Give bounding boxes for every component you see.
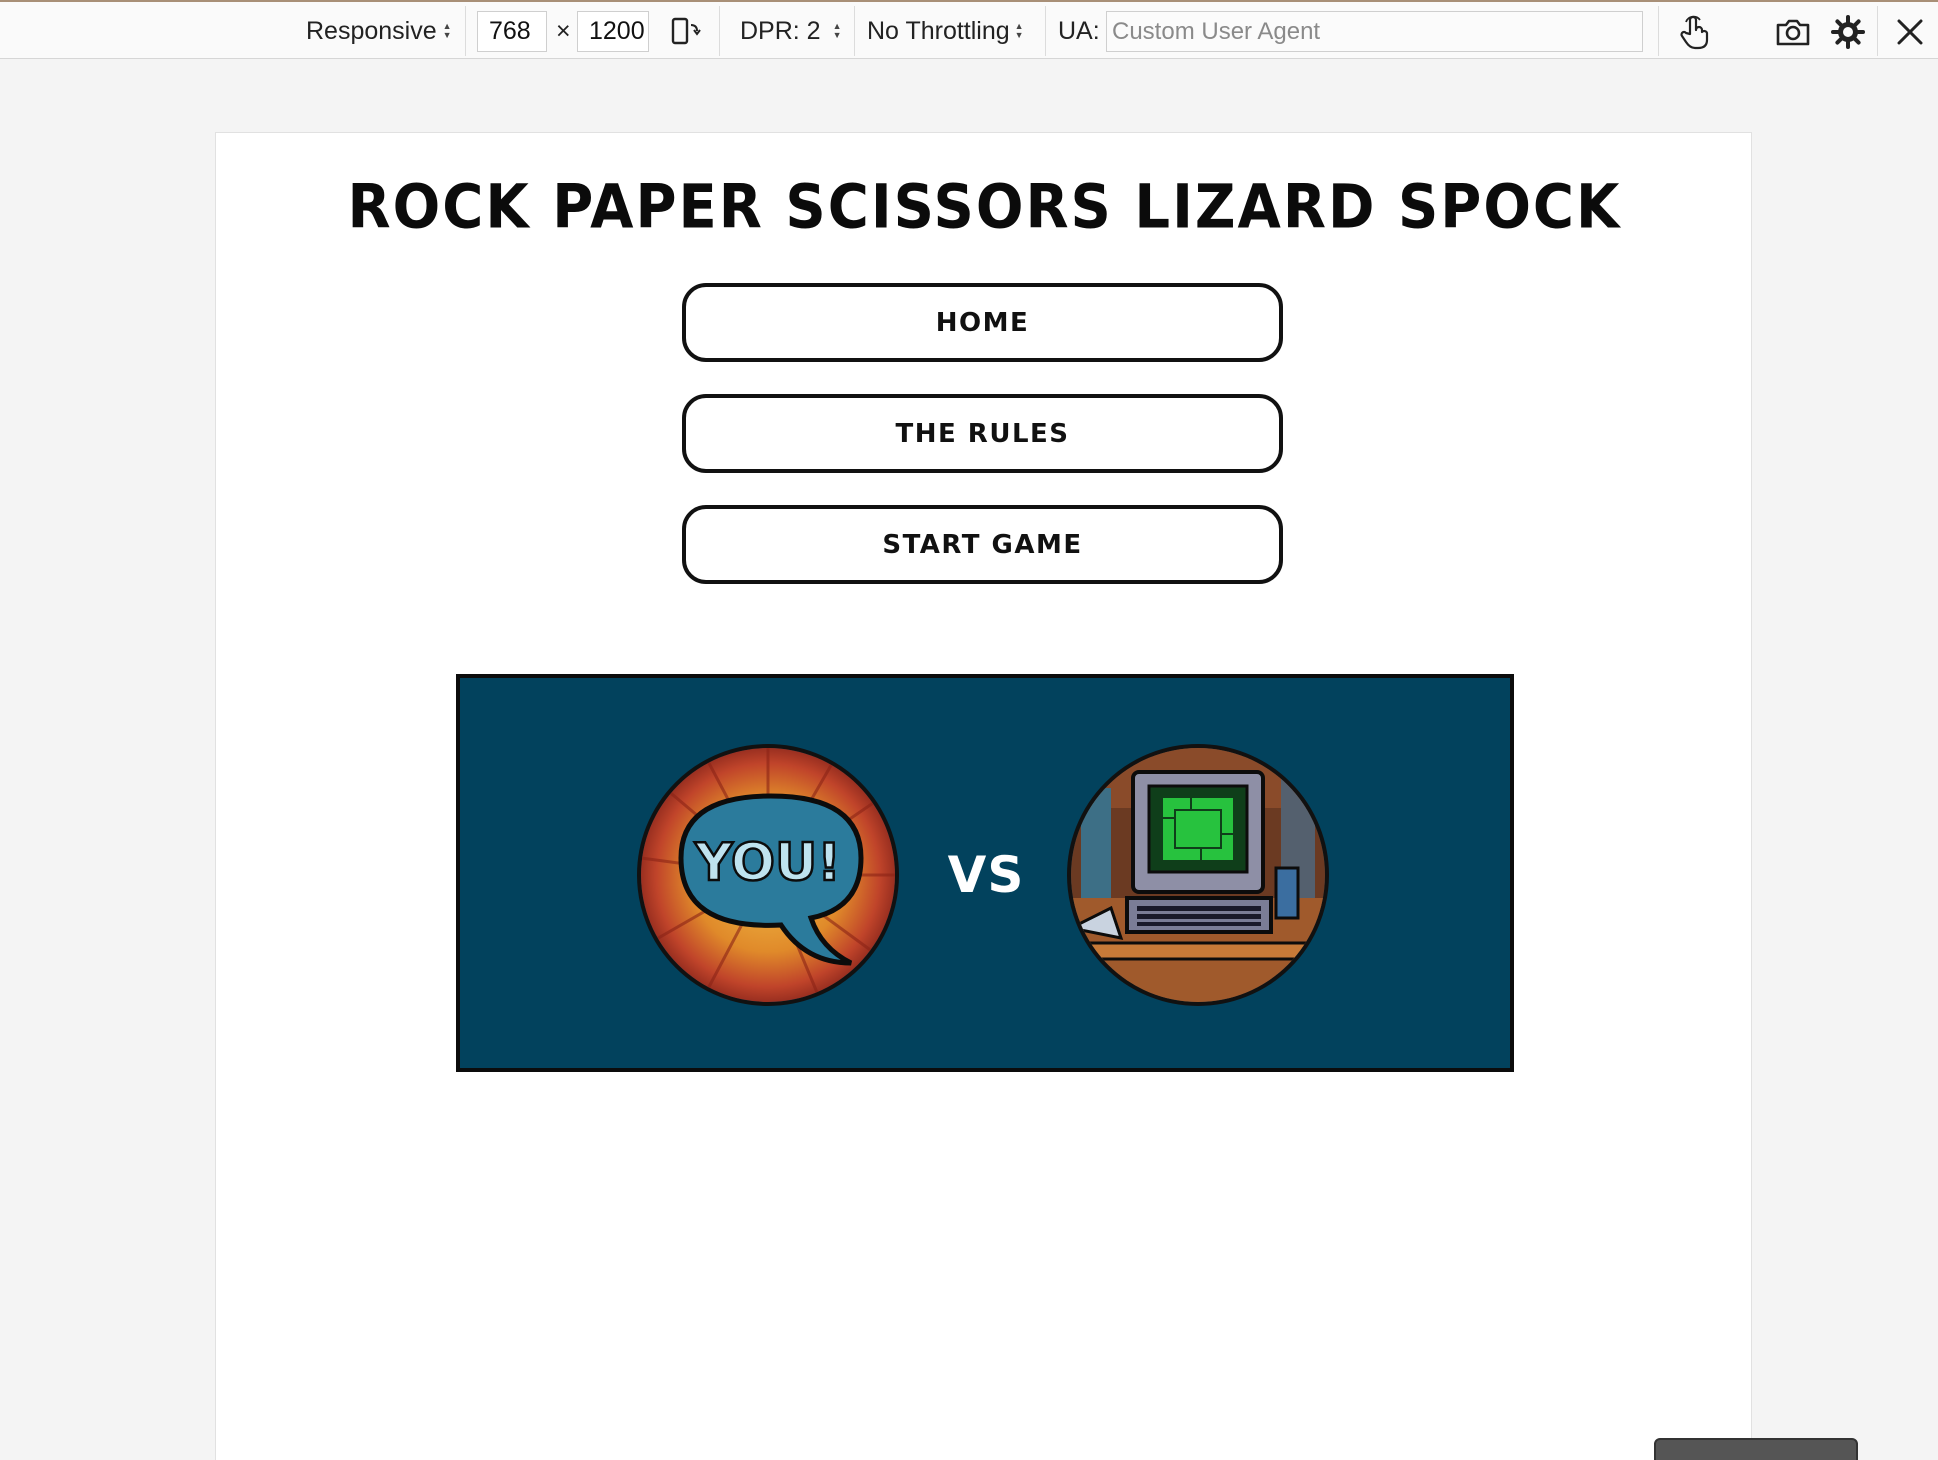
width-input[interactable]: 768 [477,11,547,52]
select-arrows-icon: ▲ ▼ [1014,21,1024,40]
device-mode-label: Responsive [306,16,437,45]
select-arrows-icon: ▲ ▼ [442,21,452,40]
divider [1045,6,1046,56]
ua-label: UA: [1058,16,1100,45]
divider [1658,6,1659,56]
player-avatar: YOU! [637,744,899,1006]
divider [719,6,720,56]
divider [1877,6,1878,56]
camera-icon[interactable] [1773,14,1813,50]
dpr-label: DPR: 2 [740,16,821,45]
touch-icon[interactable] [1675,13,1715,51]
page-viewport: Rock Paper Scissors Lizard Spock Home Th… [215,132,1752,1460]
game-arena: YOU! VS [456,674,1514,1072]
dimension-separator: × [556,16,571,45]
start-game-button[interactable]: Start Game [682,505,1283,584]
height-input[interactable]: 1200 [577,11,649,52]
versus-label: VS [947,846,1025,904]
responsive-toolbar: Responsive ▲ ▼ 768 × 1200 DPR: 2 ▲ ▼ No Th… [0,0,1938,59]
user-agent-input[interactable]: Custom User Agent [1106,11,1643,52]
rotate-device-icon[interactable] [665,15,705,49]
home-button[interactable]: Home [682,283,1283,362]
divider [465,6,466,56]
player-label: YOU! [694,833,841,893]
throttling-select[interactable]: No Throttling ▲ ▼ [867,2,1024,60]
page-title: Rock Paper Scissors Lizard Spock [347,172,1622,243]
device-mode-select[interactable]: Responsive ▲ ▼ [306,2,452,60]
divider [854,6,855,56]
dpr-select[interactable]: DPR: 2 ▲ ▼ [740,2,842,60]
computer-avatar [1067,744,1329,1006]
throttling-label: No Throttling [867,16,1010,45]
rules-button[interactable]: The Rules [682,394,1283,473]
screenshot-button[interactable] [1654,1438,1858,1460]
close-icon[interactable] [1893,16,1927,48]
select-arrows-icon: ▲ ▼ [832,21,842,40]
settings-gear-icon[interactable] [1828,13,1868,51]
